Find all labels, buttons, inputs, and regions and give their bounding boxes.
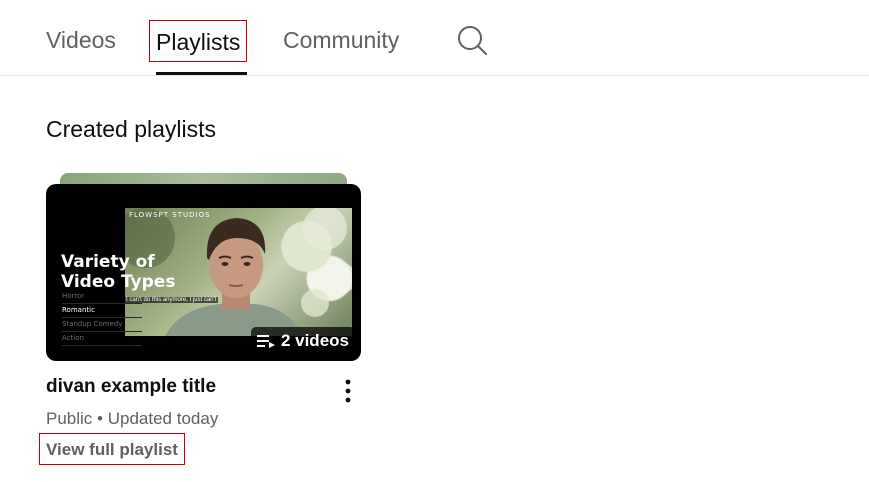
tab-playlists[interactable]: Playlists [149,20,248,62]
video-count-badge: 2 videos [250,327,355,354]
playlist-title[interactable]: divan example title [46,376,216,398]
search-icon [458,26,487,55]
playlist-thumbnail[interactable]: FLOWSPT STUDIOS I can't do this anymore,… [46,184,361,361]
more-vert-icon [345,379,351,403]
video-count: 2 videos [280,331,349,350]
playlist-meta: Public • Updated today [46,409,218,429]
thumbnail-title-line-2: Video Types [61,272,176,292]
genre-item: Horror [62,290,142,304]
genre-item: Standup Comedy [62,318,142,332]
genre-item: Action [62,332,142,346]
studio-logo: FLOWSPT STUDIOS [129,211,211,219]
thumbnail-title: Variety of Video Types [61,252,201,292]
meta-separator: • [97,409,103,428]
playlist-icon [256,334,275,348]
view-full-playlist-link[interactable]: View full playlist [39,433,185,465]
more-actions-button[interactable] [336,377,360,405]
visibility-label: Public [46,409,93,428]
updated-label: Updated today [107,409,219,428]
tab-selected-underline [156,72,247,75]
thumbnail-genre-list: Horror Romantic Standup Comedy Action [62,290,142,346]
search-button[interactable] [455,24,489,58]
section-title: Created playlists [46,116,217,142]
channel-tabs: Videos Playlists Community [0,0,869,76]
tab-videos[interactable]: Videos [46,18,116,62]
genre-item-active: Romantic [62,304,142,318]
tab-community[interactable]: Community [283,18,399,62]
thumbnail-title-line-1: Variety of [61,252,155,272]
